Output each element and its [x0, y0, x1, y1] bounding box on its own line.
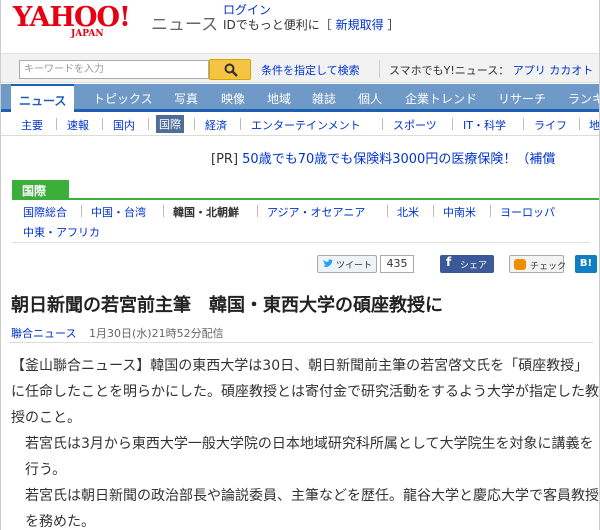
main-tabs: ニュース トピックス 写真 映像 地域 雑誌 個人 企業トレンド リサーチ ラン…: [1, 84, 599, 112]
tab-photo[interactable]: 写真: [174, 90, 198, 107]
pr-prefix: [PR]: [211, 152, 239, 167]
subnav-domestic[interactable]: 国内: [113, 117, 135, 133]
tab-trend[interactable]: 企業トレンド: [405, 90, 477, 107]
search-button[interactable]: [209, 59, 251, 80]
search-input[interactable]: キーワードを入力: [19, 60, 209, 79]
id-prompt-text: IDでもっと便利に: [223, 18, 320, 32]
tweet-button[interactable]: ツイート: [317, 255, 378, 273]
tab-magazine[interactable]: 雑誌: [312, 90, 336, 107]
subnav-life[interactable]: ライフ: [534, 117, 567, 133]
divider: [56, 118, 57, 130]
category-link-north-america[interactable]: 北米: [397, 204, 419, 220]
service-name[interactable]: ニュース: [151, 10, 218, 35]
subnav-international[interactable]: 国際: [156, 115, 184, 133]
subnav-main[interactable]: 主要: [21, 117, 43, 133]
category-label: 国際: [12, 180, 69, 199]
category-link-asia-oceania[interactable]: アジア・オセアニア: [267, 204, 365, 220]
pr-ad[interactable]: [PR] 50歳でも70歳でも保険料3000円の医療保険！（補償: [211, 148, 555, 167]
article-paragraph: 【釜山聯合ニュース】韓国の東西大学は30日、朝日新聞前主筆の若宮啓文氏を「碩座教…: [11, 358, 599, 426]
check-button[interactable]: チェック: [509, 255, 567, 273]
search-bar: キーワードを入力 条件を指定して検索 スマホでもY!ニュース： アプリ カカオト: [1, 53, 599, 83]
tab-topics[interactable]: トピックス: [93, 90, 153, 107]
category-link-korea[interactable]: 韓国・北朝鮮: [173, 204, 239, 220]
divider: [382, 118, 383, 130]
hatena-bookmark-button[interactable]: B!: [575, 255, 597, 273]
check-label: チェック: [530, 262, 567, 272]
divider: [387, 205, 388, 217]
tab-news[interactable]: ニュース: [11, 84, 75, 112]
article-source[interactable]: 聯合ニュース: [11, 325, 76, 341]
smartphone-promo: スマホでもY!ニュース： アプリ カカオト: [389, 62, 593, 78]
tab-video[interactable]: 映像: [221, 90, 245, 107]
subnav-economy[interactable]: 経済: [205, 117, 227, 133]
divider: [194, 118, 195, 130]
app-link[interactable]: アプリ: [513, 64, 546, 77]
site-header: YAHOO! JAPAN ニュース ログイン IDでもっと便利に［ 新規取得 ］: [1, 0, 599, 52]
id-prompt: IDでもっと便利に［ 新規取得 ］: [223, 18, 400, 32]
category-link-middle-east-africa[interactable]: 中東・アフリカ: [23, 224, 100, 240]
advanced-search-link[interactable]: 条件を指定して検索: [261, 62, 360, 78]
divider: [523, 118, 524, 130]
article-body: 【釜山聯合ニュース】韓国の東西大学は30日、朝日新聞前主筆の若宮啓文氏を「碩座教…: [11, 353, 599, 530]
logo-sub: JAPAN: [71, 29, 104, 39]
facebook-icon: f: [446, 255, 452, 269]
tab-ranking[interactable]: ランキ: [568, 90, 599, 107]
divider: [579, 118, 580, 130]
article-date: 1月30日(水)21時52分配信: [89, 327, 224, 340]
divider: [452, 118, 453, 130]
subnav-region[interactable]: 地: [589, 117, 599, 133]
subnav-sports[interactable]: スポーツ: [393, 117, 437, 133]
divider: [102, 118, 103, 130]
category-link-europe[interactable]: ヨーロッパ: [500, 204, 555, 220]
yahoo-logo[interactable]: YAHOO! JAPAN: [13, 2, 143, 42]
divider: [379, 60, 380, 78]
page: YAHOO! JAPAN ニュース ログイン IDでもっと便利に［ 新規取得 ］…: [0, 0, 600, 530]
divider: [490, 205, 491, 217]
subnav-it-science[interactable]: IT・科学: [463, 117, 506, 133]
article-paragraph: 若宮氏は朝日新聞の政治部長や論説委員、主筆などを歴任。龍谷大学と慶応大学で客員教…: [25, 488, 599, 530]
divider: [257, 205, 258, 217]
check-icon: [514, 259, 526, 270]
divider: [148, 118, 149, 130]
sub-nav: 主要 速報 国内 国際 経済 エンターテインメント スポーツ IT・科学 ライフ…: [1, 112, 599, 136]
signup-link[interactable]: 新規取得: [336, 18, 384, 32]
divider: [81, 205, 82, 217]
divider: [163, 205, 164, 217]
category-link-china-taiwan[interactable]: 中国・台湾: [91, 204, 146, 220]
divider: [12, 242, 590, 243]
subnav-entertainment[interactable]: エンターテインメント: [251, 117, 361, 133]
category-link-world[interactable]: 国際総合: [23, 204, 67, 220]
divider: [433, 205, 434, 217]
tab-individual[interactable]: 個人: [358, 90, 382, 107]
subnav-flash[interactable]: 速報: [67, 117, 89, 133]
share-label: シェア: [460, 261, 488, 271]
category-underline: [12, 198, 599, 200]
sp-label: スマホでもY!ニュース：: [389, 64, 510, 77]
pr-link[interactable]: 50歳でも70歳でも保険料3000円の医療保険！（補償: [242, 152, 555, 167]
article-paragraph: 若宮氏は3月から東西大学一般大学院の日本地域研究科所属として大学院生を対象に講義…: [25, 436, 594, 478]
tab-research[interactable]: リサーチ: [498, 90, 546, 107]
search-icon: [224, 63, 238, 77]
article-headline: 朝日新聞の若宮前主筆 韓国・東西大学の碩座教授に: [11, 295, 443, 316]
kakao-link[interactable]: カカオト: [549, 64, 593, 77]
facebook-share-button[interactable]: f シェア: [440, 255, 494, 273]
category-link-latin-america[interactable]: 中南米: [443, 204, 476, 220]
tab-local[interactable]: 地域: [267, 90, 291, 107]
tweet-label: ツイート: [336, 261, 373, 271]
twitter-bird-icon: [323, 259, 334, 267]
divider: [240, 118, 241, 130]
divider: [9, 342, 593, 343]
tweet-count: 435: [380, 255, 414, 273]
